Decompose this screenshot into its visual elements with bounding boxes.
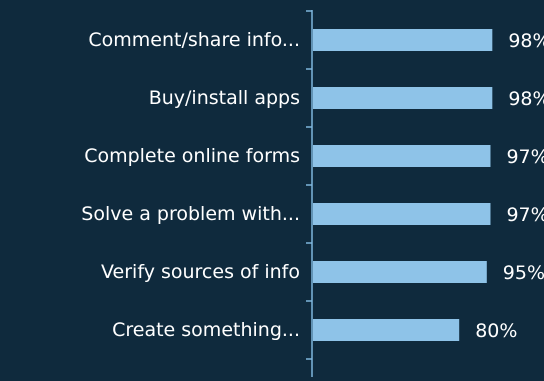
data-label: 95% <box>503 262 544 284</box>
data-label: 98% <box>508 88 544 110</box>
category-label: Buy/install apps <box>149 87 300 109</box>
category-label: Create something... <box>112 319 300 341</box>
bar <box>313 87 493 109</box>
category-label: Solve a problem with... <box>81 203 300 225</box>
bar <box>313 145 491 167</box>
bars <box>313 29 493 341</box>
data-label: 98% <box>508 30 544 52</box>
data-label: 97% <box>506 146 544 168</box>
category-labels: Comment/share info... Buy/install apps Com… <box>81 29 300 341</box>
category-label: Comment/share info... <box>88 29 300 51</box>
value-labels: 98% 98% 97% 97% 95% 80% <box>475 30 544 342</box>
bar <box>313 203 491 225</box>
data-label: 97% <box>506 204 544 226</box>
y-axis <box>306 10 313 377</box>
bar-chart: Comment/share info... Buy/install apps Com… <box>81 10 544 377</box>
category-label: Verify sources of info <box>101 261 300 283</box>
bar <box>313 261 487 283</box>
chart-container: Comment/share info... Buy/install apps Com… <box>0 0 544 377</box>
bar <box>313 29 493 51</box>
bar <box>313 319 460 341</box>
data-label: 80% <box>475 320 517 342</box>
category-label: Complete online forms <box>84 145 300 167</box>
